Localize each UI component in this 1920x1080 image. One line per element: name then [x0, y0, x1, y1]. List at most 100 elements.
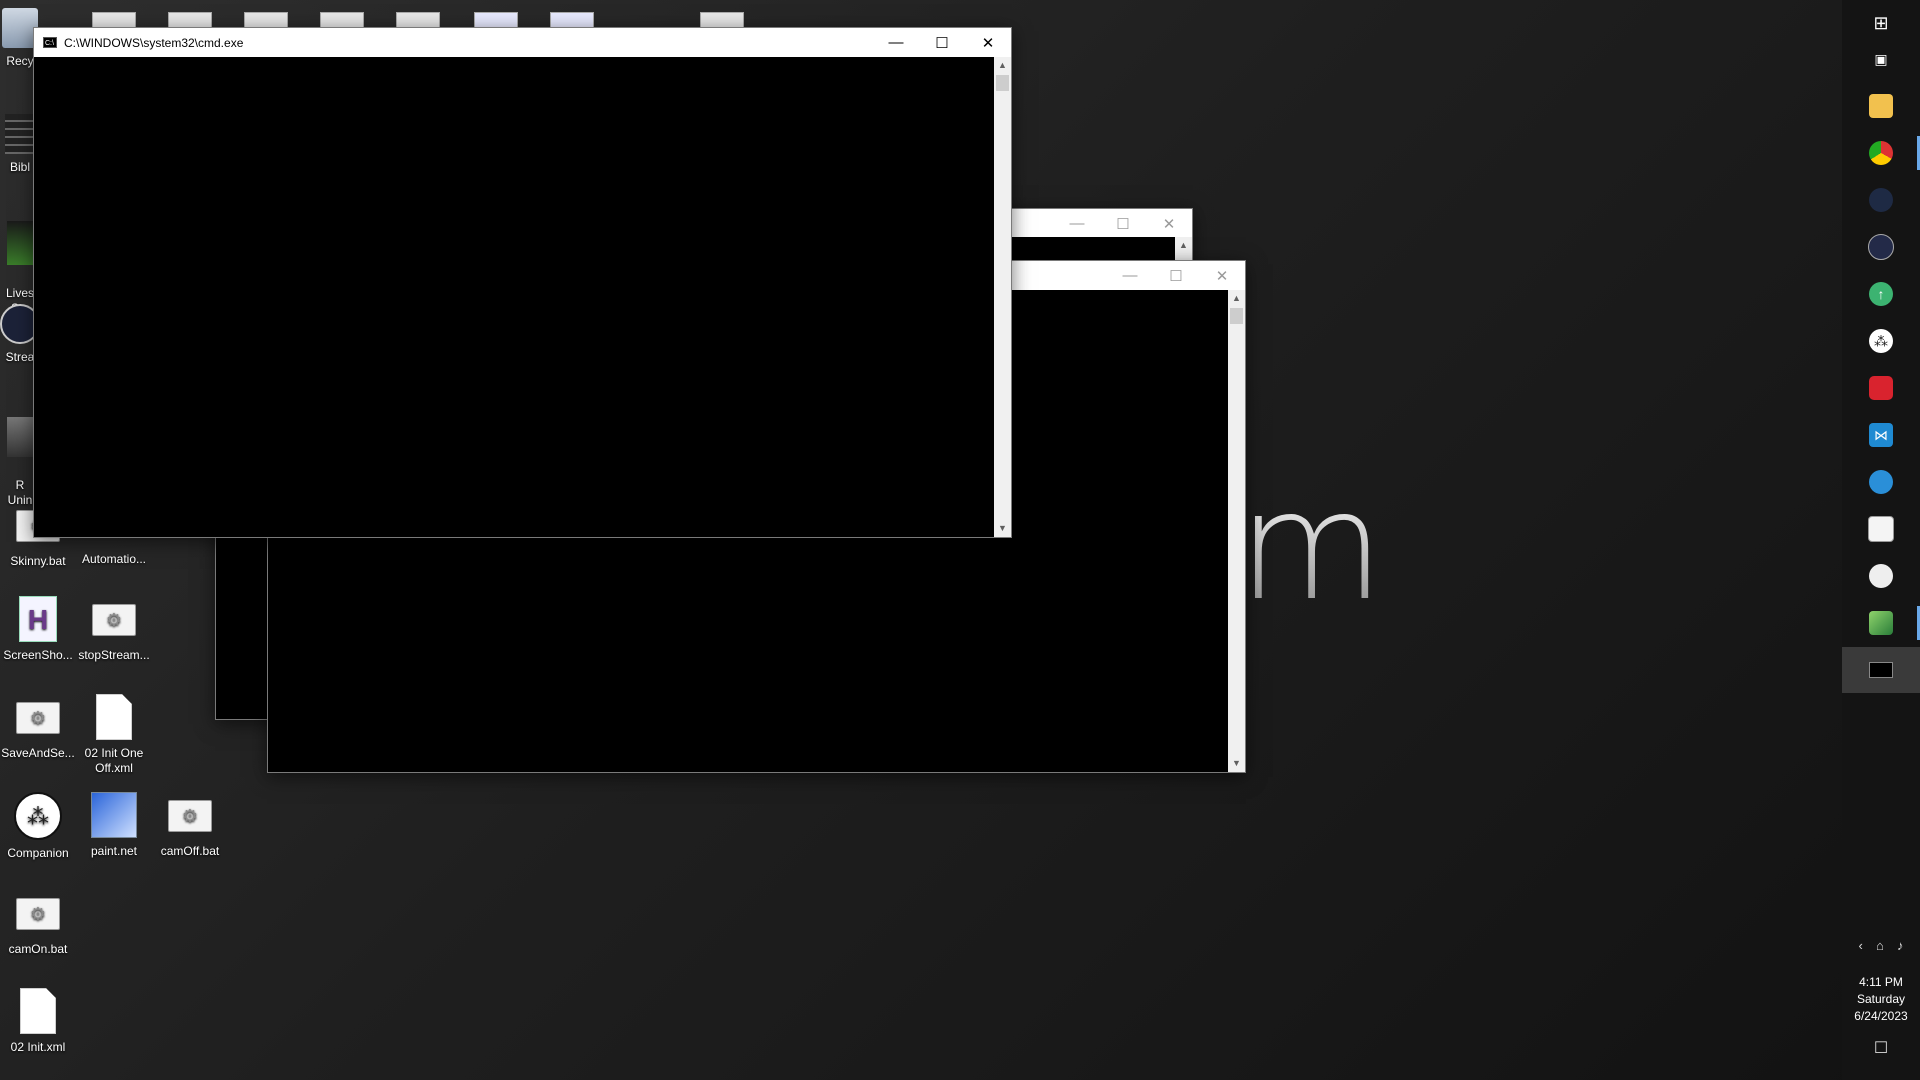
xml-file-icon — [96, 694, 132, 740]
scroll-down-arrow-icon[interactable]: ▼ — [1228, 755, 1245, 772]
companion-icon: ⁂ — [1869, 329, 1893, 353]
minimize-button[interactable]: — — [873, 28, 919, 57]
icon-label: 02 Init.xml — [10, 1040, 66, 1054]
title-bar[interactable]: C:\ C:\WINDOWS\system32\cmd.exe — ☐ ✕ — [34, 28, 1011, 57]
system-tray: ‹ ⌂ ♪ — [1842, 938, 1920, 953]
notification-icon: ☐ — [1873, 1040, 1889, 1057]
desktop-icon-saveandse[interactable]: ⚙ SaveAndSe... — [0, 694, 76, 761]
minimize-button[interactable]: — — [1107, 261, 1153, 290]
desktop-icon-camon[interactable]: ⚙ camOn.bat — [0, 890, 76, 957]
icon-label: stopStream... — [78, 648, 150, 662]
icon-label: camOff.bat — [160, 844, 220, 858]
livestream-icon — [7, 221, 33, 265]
chrome-icon — [1869, 141, 1893, 165]
maximize-button[interactable]: ☐ — [1153, 261, 1199, 290]
taskbar-obs[interactable] — [1842, 177, 1920, 223]
volume-icon[interactable]: ♪ — [1897, 938, 1904, 953]
minimize-button[interactable]: — — [1054, 209, 1100, 238]
taskbar-vscode[interactable]: ⋈ — [1842, 412, 1920, 458]
taskbar-chrome[interactable] — [1842, 130, 1920, 176]
scroll-up-arrow-icon[interactable]: ▲ — [1228, 290, 1245, 307]
vertical-scrollbar[interactable]: ▲ ▼ — [1228, 290, 1245, 772]
cmd-window-front[interactable]: C:\ C:\WINDOWS\system32\cmd.exe — ☐ ✕ ▲ … — [33, 27, 1012, 538]
paintnet-icon — [91, 792, 137, 838]
partial-bat-icon[interactable] — [168, 12, 212, 28]
close-button[interactable]: ✕ — [1199, 261, 1245, 290]
vscode-icon: ⋈ — [1869, 423, 1893, 447]
batch-file-icon: ⚙ — [16, 898, 60, 930]
partial-h-icon[interactable] — [474, 12, 518, 28]
icon-label: camOn.bat — [8, 942, 68, 956]
icon-label: ScreenSho... — [3, 648, 73, 662]
cmd-app-icon: C:\ — [43, 37, 57, 48]
partial-bat-icon[interactable] — [396, 12, 440, 28]
taskbar-cmd[interactable] — [1842, 647, 1920, 693]
paintnet-icon — [1869, 611, 1893, 635]
scroll-thumb[interactable] — [1230, 308, 1243, 324]
task-view-icon: ▣ — [1874, 50, 1888, 67]
batch-file-icon: ⚙ — [168, 800, 212, 832]
desktop-icon-paintnet[interactable]: paint.net — [76, 792, 152, 859]
partial-bat-icon[interactable] — [700, 12, 744, 28]
app-blue-icon — [1869, 470, 1893, 494]
taskbar-streamdeck[interactable] — [1842, 224, 1920, 270]
task-view-button[interactable]: ▣ — [1842, 36, 1920, 82]
desktop-icon-screenshot[interactable]: H ScreenSho... — [0, 596, 76, 663]
uninstall-icon — [7, 417, 33, 457]
icon-label: 02 Init One Off.xml — [84, 746, 144, 775]
desktop-icon-companion[interactable]: ⁂ Companion — [0, 792, 76, 861]
obs-icon — [1869, 188, 1893, 212]
scroll-up-arrow-icon[interactable]: ▲ — [1175, 237, 1192, 254]
xml-file-icon — [20, 988, 56, 1034]
app-red-icon — [1869, 376, 1893, 400]
close-button[interactable]: ✕ — [965, 28, 1011, 57]
window-title: C:\WINDOWS\system32\cmd.exe — [64, 35, 244, 50]
icon-label: Companion — [7, 846, 69, 860]
desktop-icon-camoff[interactable]: ⚙ camOff.bat — [152, 792, 228, 859]
taskbar-spreadsheet[interactable] — [1842, 506, 1920, 552]
streamdeck-icon — [1868, 234, 1894, 260]
taskbar-upload[interactable]: ↑ — [1842, 271, 1920, 317]
maximize-button[interactable]: ☐ — [919, 28, 965, 57]
spreadsheet-icon — [1868, 516, 1894, 542]
network-icon[interactable]: ⌂ — [1876, 938, 1884, 953]
scroll-thumb[interactable] — [996, 75, 1009, 91]
scroll-down-arrow-icon[interactable]: ▼ — [994, 520, 1011, 537]
taskbar-app-blue[interactable] — [1842, 459, 1920, 505]
batch-file-icon: ⚙ — [16, 702, 60, 734]
scroll-up-arrow-icon[interactable]: ▲ — [994, 57, 1011, 74]
bible-app-icon — [5, 114, 35, 154]
desktop-icon-stopstream[interactable]: ⚙ stopStream... — [76, 596, 152, 663]
upload-icon: ↑ — [1869, 282, 1893, 306]
clock-day: Saturday — [1856, 992, 1906, 1006]
close-button[interactable]: ✕ — [1146, 209, 1192, 238]
clock[interactable]: 4:11 PM Saturday 6/24/2023 — [1842, 974, 1920, 1025]
taskbar-file-explorer[interactable] — [1842, 83, 1920, 129]
start-icon: ⊞ — [1873, 12, 1889, 33]
batch-file-icon: ⚙ — [92, 604, 136, 636]
clock-app-icon — [1869, 564, 1893, 588]
partial-bat-icon[interactable] — [92, 12, 136, 28]
show-hidden-icons-chevron-icon[interactable]: ‹ — [1859, 938, 1863, 953]
h-app-icon: H — [19, 596, 57, 642]
desktop-icon-init-one-off[interactable]: 02 Init One Off.xml — [76, 694, 152, 776]
desktop-icon-init-xml[interactable]: 02 Init.xml — [0, 988, 76, 1055]
taskbar-companion[interactable]: ⁂ — [1842, 318, 1920, 364]
partial-bat-icon[interactable] — [320, 12, 364, 28]
clock-time: 4:11 PM — [1859, 975, 1903, 989]
icon-label: SaveAndSe... — [1, 746, 75, 760]
taskbar-clock-app[interactable] — [1842, 553, 1920, 599]
cmd-icon — [1869, 662, 1893, 678]
taskbar-app-red[interactable] — [1842, 365, 1920, 411]
action-center-button[interactable]: ☐ — [1842, 1038, 1920, 1058]
icon-label: Skinny.bat — [10, 554, 66, 568]
partial-h-icon[interactable] — [550, 12, 594, 28]
maximize-button[interactable]: ☐ — [1100, 209, 1146, 238]
wallpaper-text: m — [1238, 460, 1385, 634]
icon-label: paint.net — [90, 844, 138, 858]
vertical-scrollbar[interactable]: ▲ ▼ — [994, 57, 1011, 537]
partial-bat-icon[interactable] — [244, 12, 288, 28]
file-explorer-icon — [1869, 94, 1893, 118]
taskbar-paintnet[interactable] — [1842, 600, 1920, 646]
icon-label: Automatio... — [81, 552, 147, 566]
